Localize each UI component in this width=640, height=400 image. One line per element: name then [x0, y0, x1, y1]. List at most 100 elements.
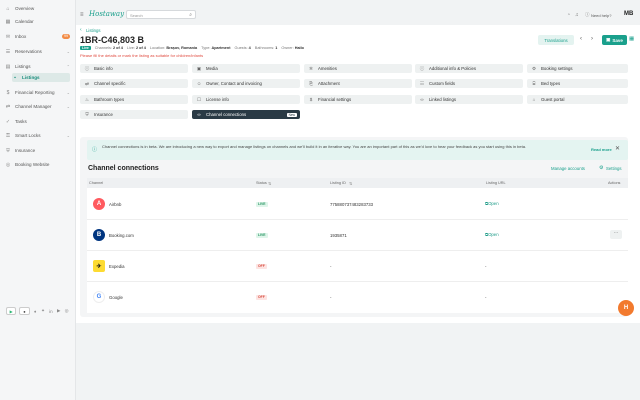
inbox-badge: 99 — [62, 34, 70, 39]
reservations-icon: ☰ — [5, 48, 11, 55]
section-channel-specific[interactable]: ⇄ Channel specific — [80, 79, 188, 88]
column-status[interactable]: Status — [256, 181, 267, 185]
meta-bathrooms: Bathrooms: 1 — [254, 46, 278, 50]
listing-url-link[interactable]: ⧉Open — [485, 201, 499, 206]
insurance-icon: ⛨ — [6, 147, 10, 154]
sort-icon[interactable]: ⇅ — [349, 181, 352, 186]
help-link[interactable]: Need help? — [591, 13, 611, 18]
bell-icon[interactable]: ♫ — [575, 12, 579, 18]
sidebar-item-label: Booking Website — [15, 162, 50, 167]
section-license-info[interactable]: ☐ License info — [192, 95, 300, 104]
sidebar-item-listings[interactable]: ▤ Listings ⌃ — [5, 62, 70, 71]
google-play-icon[interactable]: ▶ — [6, 307, 17, 315]
section-basic-info[interactable]: ⓘ Basic info — [80, 64, 188, 73]
manage-accounts-link[interactable]: Manage accounts — [551, 166, 585, 171]
next-listing-icon[interactable]: › — [591, 36, 593, 42]
instagram-icon[interactable]: ◎ — [64, 308, 69, 314]
read-more-link[interactable]: Read more — [591, 147, 612, 152]
meta-guests: Guests: 4 — [234, 46, 251, 50]
chevron-up-icon: ⌃ — [66, 64, 70, 69]
info-icon: ⓘ — [84, 65, 90, 71]
sidebar-footer: ▶ ● ♦ ✦ in ▶ ◎ — [6, 305, 69, 317]
meta-location: Location: Brașov, Romania — [149, 46, 198, 50]
twitter-icon[interactable]: ✦ — [41, 308, 46, 314]
back-chevron-icon[interactable]: ‹ — [80, 27, 82, 33]
sidebar-item-label: Overview — [15, 6, 35, 11]
section-amenities[interactable]: ✲ Amenities — [304, 64, 412, 73]
section-owner-contact[interactable]: ☺ Owner, Contact and invoicing — [192, 79, 300, 88]
sidebar-item-reservations[interactable]: ☰ Reservations ⌄ — [5, 47, 70, 56]
sidebar-item-booking-website[interactable]: ◎ Booking Website — [5, 160, 70, 169]
linkedin-icon[interactable]: in — [48, 309, 53, 314]
chat-fab[interactable]: H — [618, 300, 634, 316]
youtube-icon[interactable]: ▶ — [56, 308, 61, 314]
table-row[interactable]: A Airbnb LIVE 775880737483283733 ⧉Open — [87, 189, 628, 220]
search-input[interactable]: Search ⌕ — [126, 10, 196, 19]
notification-icon[interactable]: ◔ — [567, 12, 570, 18]
more-actions-button[interactable]: ⋯ — [610, 230, 622, 239]
policies-icon: ⓘ — [419, 65, 425, 71]
channel-icon: ⇄ — [5, 103, 11, 110]
channel-name: Google — [109, 295, 123, 300]
section-linked-listings[interactable]: ∞ Linked listings — [415, 95, 523, 104]
sidebar-item-financial[interactable]: $ Financial Reporting ⌄ — [5, 88, 70, 97]
sidebar-subitem-listings[interactable]: ▪ Listings — [12, 73, 70, 82]
expedia-logo: ✈ — [93, 260, 105, 272]
column-listing-id[interactable]: Listing ID — [330, 181, 346, 185]
sidebar: ⌂ Overview ▦ Calendar ✉ Inbox 99 ☰ Reservatio… — [0, 0, 76, 400]
listing-id: - — [330, 295, 332, 300]
section-insurance[interactable]: ⛨ Insurance — [80, 110, 188, 119]
sidebar-item-overview[interactable]: ⌂ Overview — [5, 4, 70, 13]
listing-id: - — [330, 264, 332, 269]
facebook-icon[interactable]: ♦ — [33, 309, 38, 314]
section-custom-fields[interactable]: ☷ Custom fields — [415, 79, 523, 88]
home-icon: ⌂ — [6, 5, 10, 12]
save-button[interactable]: ▣ Save — [602, 35, 627, 45]
brand-logo[interactable]: Hostaway — [89, 10, 124, 18]
help-icon[interactable]: ⓘ — [585, 12, 590, 18]
search-icon: ⌕ — [189, 12, 192, 18]
gear-icon[interactable]: ⚙ — [599, 165, 603, 171]
translations-button[interactable]: Translations — [538, 35, 574, 45]
user-initials[interactable]: MB — [624, 11, 633, 17]
sidebar-item-calendar[interactable]: ▦ Calendar — [5, 17, 70, 26]
listings-icon: ▤ — [5, 63, 11, 70]
section-additional-info[interactable]: ⓘ Additional info & Policies — [415, 64, 523, 73]
channel-name: Airbnb — [109, 202, 122, 207]
meta-owner: Owner: Hailo — [281, 46, 304, 50]
sort-icon[interactable]: ⇅ — [268, 181, 271, 186]
table-row[interactable]: B Booking.com LIVE 1935871 ⧉Open ⋯ — [87, 220, 628, 251]
sidebar-item-smart-locks[interactable]: ⚿ Smart Locks ⌄ — [5, 131, 70, 140]
sidebar-item-insurance[interactable]: ⛨ Insurance — [5, 146, 70, 155]
section-media[interactable]: ▣ Media — [192, 64, 300, 73]
section-booking-settings[interactable]: ⚙ Booking settings — [527, 64, 628, 73]
section-bed-types[interactable]: ⌸ Bed types — [527, 79, 628, 88]
section-guest-portal[interactable]: ⌂ Guest portal — [527, 95, 628, 104]
breadcrumb[interactable]: Listings — [86, 28, 101, 33]
sidebar-item-label: Tasks — [15, 119, 27, 124]
section-attachment[interactable]: ⎘ Attachment — [304, 79, 412, 88]
topbar: ≡ Hostaway Search ⌕ ◔ ♫ ⓘ Need help? MB — [76, 6, 640, 24]
section-bathroom-types[interactable]: ♨ Bathroom types — [80, 95, 188, 104]
section-channel-connections[interactable]: ∞ Channel connections New — [192, 110, 300, 119]
inbox-icon: ✉ — [5, 33, 11, 40]
calendar-icon[interactable]: ▦ — [629, 36, 634, 42]
prev-listing-icon[interactable]: ‹ — [580, 36, 582, 42]
chevron-down-icon: ⌄ — [66, 133, 70, 138]
finance-icon: $ — [6, 89, 10, 96]
new-tag: New — [286, 112, 297, 117]
app-store-icon[interactable]: ● — [19, 307, 30, 315]
bath-icon: ♨ — [84, 96, 90, 102]
table-row[interactable]: ✈ Expedia OFF - - — [87, 251, 628, 282]
menu-icon[interactable]: ≡ — [80, 12, 84, 18]
listing-url-link[interactable]: ⧉Open — [485, 232, 499, 237]
settings-link[interactable]: Settings — [606, 166, 622, 171]
beta-banner: ⓘ Channel connections is in beta. We are… — [87, 140, 628, 160]
sidebar-item-tasks[interactable]: ✓ Tasks — [5, 117, 70, 126]
sidebar-item-channel-manager[interactable]: ⇄ Channel Manager ⌄ — [5, 102, 70, 111]
section-financial-settings[interactable]: $ Financial settings — [304, 95, 412, 104]
table-row[interactable]: G Google OFF - - — [87, 282, 628, 313]
link-icon: ∞ — [420, 97, 424, 102]
sidebar-item-inbox[interactable]: ✉ Inbox 99 — [5, 32, 70, 41]
close-icon[interactable]: ✕ — [615, 145, 620, 152]
